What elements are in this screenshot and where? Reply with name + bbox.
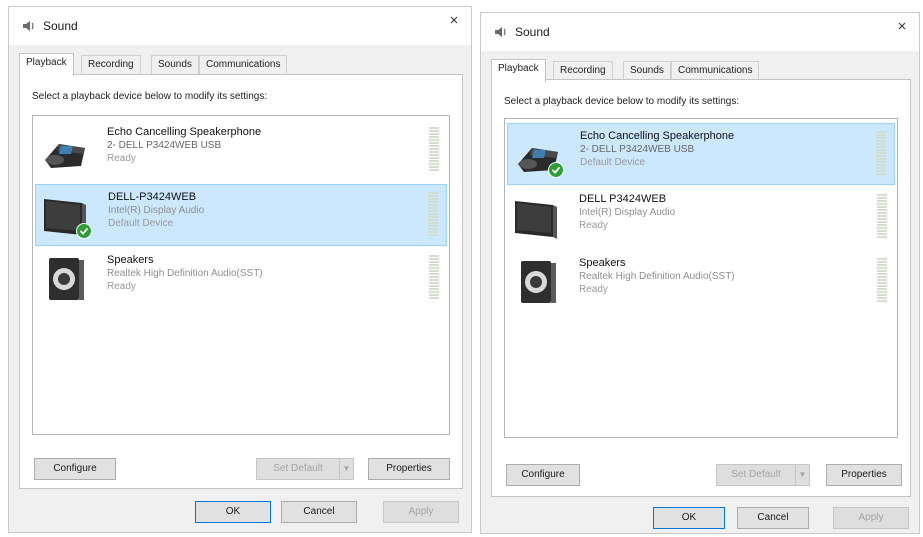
tab-sounds[interactable]: Sounds (151, 55, 199, 75)
device-description: Realtek High Definition Audio(SST) (107, 268, 263, 279)
cancel-button[interactable]: Cancel (281, 501, 357, 523)
tab-strip: Playback Recording Sounds Communications (19, 53, 461, 76)
volume-meter (876, 131, 886, 177)
device-description: Realtek High Definition Audio(SST) (579, 271, 735, 282)
apply-button[interactable]: Apply (383, 501, 459, 523)
device-item-selected[interactable]: DELL-P3424WEB Intel(R) Display Audio Def… (35, 184, 447, 246)
tab-recording[interactable]: Recording (81, 55, 141, 75)
properties-button[interactable]: Properties (826, 464, 902, 486)
device-name: DELL-P3424WEB (108, 191, 197, 203)
speaker-icon (521, 261, 556, 303)
device-name: Speakers (579, 257, 626, 269)
properties-button[interactable]: Properties (368, 458, 450, 480)
volume-meter (877, 194, 887, 240)
ok-button[interactable]: OK (653, 507, 725, 529)
title-bar: Sound × (9, 7, 471, 45)
volume-meter (429, 127, 439, 173)
chevron-down-icon[interactable]: ▼ (795, 465, 809, 485)
default-device-check-icon (76, 223, 92, 239)
cancel-button[interactable]: Cancel (737, 507, 809, 529)
monitor-icon (515, 201, 557, 239)
volume-meter (428, 192, 438, 238)
device-status: Default Device (580, 157, 646, 168)
speaker-icon (495, 27, 506, 37)
device-status: Default Device (108, 218, 174, 229)
playback-panel: Select a playback device below to modify… (19, 74, 463, 489)
set-default-label: Set Default (273, 463, 323, 474)
window-title: Sound (515, 25, 550, 39)
volume-meter (877, 258, 887, 304)
device-description: 2- DELL P3424WEB USB (580, 144, 695, 155)
default-device-check-icon (548, 162, 564, 178)
device-description: Intel(R) Display Audio (108, 205, 205, 216)
close-button[interactable]: × (885, 13, 919, 43)
device-list[interactable]: Echo Cancelling Speakerphone 2- DELL P34… (32, 115, 450, 435)
close-button[interactable]: × (437, 7, 471, 37)
instruction-text: Select a playback device below to modify… (32, 91, 268, 102)
device-description: 2- DELL P3424WEB USB (107, 140, 222, 151)
device-status: Ready (579, 284, 608, 295)
device-item[interactable]: Speakers Realtek High Definition Audio(S… (507, 251, 895, 313)
tab-strip: Playback Recording Sounds Communications (491, 59, 909, 82)
device-name: DELL P3424WEB (579, 193, 667, 205)
configure-button[interactable]: Configure (506, 464, 580, 486)
device-status: Ready (579, 220, 608, 231)
device-name: Speakers (107, 254, 154, 266)
device-name: Echo Cancelling Speakerphone (580, 130, 735, 142)
set-default-button[interactable]: Set Default ▼ (256, 458, 354, 480)
tab-communications[interactable]: Communications (671, 61, 760, 81)
tab-recording[interactable]: Recording (553, 61, 613, 81)
device-list[interactable]: Echo Cancelling Speakerphone 2- DELL P34… (504, 118, 898, 438)
window-title: Sound (43, 19, 78, 33)
device-item[interactable]: Speakers Realtek High Definition Audio(S… (35, 248, 447, 310)
set-default-label: Set Default (731, 469, 781, 480)
volume-meter (429, 255, 439, 301)
sound-dialog-right: Sound × Playback Recording Sounds Commun… (480, 12, 920, 534)
set-default-button[interactable]: Set Default ▼ (716, 464, 810, 486)
tab-playback[interactable]: Playback (19, 53, 74, 76)
apply-button[interactable]: Apply (833, 507, 909, 529)
configure-button[interactable]: Configure (34, 458, 116, 480)
tab-sounds[interactable]: Sounds (623, 61, 671, 81)
device-description: Intel(R) Display Audio (579, 207, 676, 218)
device-status: Ready (107, 281, 136, 292)
ok-button[interactable]: OK (195, 501, 271, 523)
speakerphone-icon (45, 144, 85, 168)
device-status: Ready (107, 153, 136, 164)
device-item[interactable]: DELL P3424WEB Intel(R) Display Audio Rea… (507, 187, 895, 249)
chevron-down-icon[interactable]: ▼ (339, 459, 353, 479)
device-name: Echo Cancelling Speakerphone (107, 126, 262, 138)
speaker-icon (49, 258, 84, 300)
device-item-selected[interactable]: Echo Cancelling Speakerphone 2- DELL P34… (507, 123, 895, 185)
device-item[interactable]: Echo Cancelling Speakerphone 2- DELL P34… (35, 120, 447, 182)
tab-communications[interactable]: Communications (199, 55, 288, 75)
title-bar: Sound × (481, 13, 919, 51)
sound-dialog-left: Sound × Playback Recording Sounds Commun… (8, 6, 472, 533)
instruction-text: Select a playback device below to modify… (504, 96, 740, 107)
tab-playback[interactable]: Playback (491, 59, 546, 82)
playback-panel: Select a playback device below to modify… (491, 79, 911, 497)
speaker-icon (23, 21, 34, 31)
